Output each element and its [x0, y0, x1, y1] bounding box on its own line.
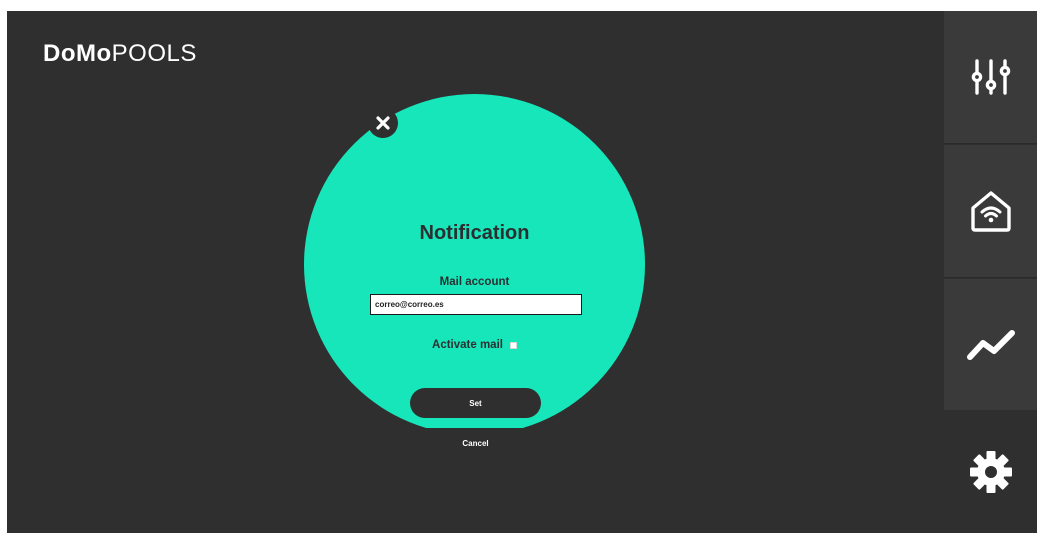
activate-mail-row: Activate mail: [304, 339, 645, 351]
sidebar-item-settings[interactable]: [944, 410, 1037, 533]
close-button[interactable]: [368, 108, 398, 138]
cancel-button[interactable]: Cancel: [410, 428, 541, 458]
mail-account-input[interactable]: [370, 294, 582, 315]
sliders-icon: [971, 59, 1010, 95]
brand-logo: DoMoPOOLS: [43, 40, 197, 68]
sidebar: [944, 11, 1037, 533]
gear-icon: [969, 450, 1012, 493]
trend-line-icon: [966, 329, 1015, 360]
activate-mail-label: Activate mail: [432, 339, 503, 351]
dialog-title: Notification: [419, 222, 530, 244]
sidebar-item-charts[interactable]: [944, 279, 1037, 410]
app-window: DoMoPOOLS Notification Mail account corr…: [7, 11, 1037, 533]
wifi-home-icon: [970, 191, 1011, 232]
sidebar-item-smart-home[interactable]: [944, 145, 1037, 278]
brand-name-strong: DoMo: [43, 40, 112, 67]
activate-mail-checkbox[interactable]: [509, 341, 517, 349]
brand-name-light: POOLS: [111, 40, 197, 67]
sidebar-item-controls[interactable]: [944, 11, 1037, 144]
set-button[interactable]: Set: [410, 388, 541, 418]
notification-dialog: Notification Mail account Activate mail …: [304, 94, 645, 458]
close-icon: [376, 116, 390, 130]
mail-account-label: Mail account: [439, 276, 510, 288]
